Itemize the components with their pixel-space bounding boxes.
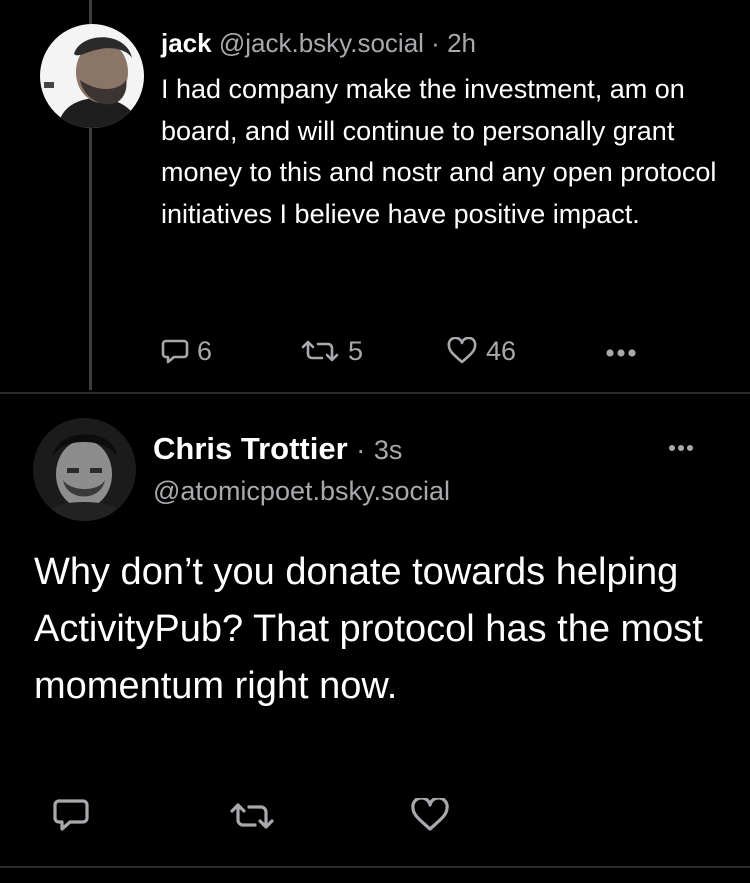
meta-separator: · [356, 435, 366, 465]
heart-icon [446, 337, 478, 365]
main-post-header: Chris Trottier · 3s [153, 430, 402, 469]
repost-icon [228, 799, 276, 833]
more-icon [667, 440, 695, 457]
author-name[interactable]: jack [161, 28, 212, 58]
repost-count: 5 [348, 336, 364, 366]
post-divider [0, 392, 750, 394]
like-button[interactable]: 46 [446, 336, 516, 366]
post-time[interactable]: 2h [447, 28, 476, 58]
post-text: Why don’t you donate towards helping Act… [34, 551, 703, 707]
author-handle[interactable]: @jack.bsky.social [219, 28, 424, 58]
reply-count: 6 [197, 336, 213, 366]
meta-separator: · [431, 28, 440, 58]
post-time[interactable]: 3s [374, 435, 403, 465]
reply-button[interactable]: 6 [161, 336, 212, 366]
author-handle[interactable]: @atomicpoet.bsky.social [153, 474, 450, 508]
author-avatar[interactable] [40, 24, 144, 128]
post-divider [0, 866, 750, 868]
repost-icon [300, 337, 340, 365]
more-options-button[interactable] [667, 440, 695, 458]
reply-button[interactable] [52, 797, 90, 833]
reply-icon [161, 337, 189, 365]
like-button[interactable] [410, 798, 450, 832]
more-icon [604, 346, 638, 363]
reply-icon [52, 797, 90, 833]
repost-button[interactable]: 5 [300, 336, 363, 366]
like-count: 46 [486, 336, 517, 366]
post-text: I had company make the investment, am on… [161, 74, 717, 229]
heart-icon [410, 798, 450, 832]
repost-button[interactable] [228, 799, 276, 833]
reply-post-header: jack @jack.bsky.social · 2h [161, 27, 476, 59]
author-avatar[interactable] [33, 418, 136, 521]
more-options-button[interactable] [604, 346, 638, 364]
author-name[interactable]: Chris Trottier [153, 431, 348, 466]
